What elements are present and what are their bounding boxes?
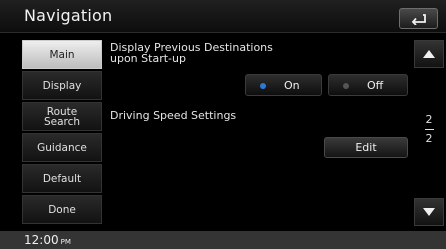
header-bar: Navigation bbox=[0, 0, 446, 33]
page-indicator: 2 2 bbox=[418, 114, 440, 145]
sidebar-item-label: Done bbox=[48, 203, 76, 216]
scroll-down-button[interactable] bbox=[414, 198, 444, 226]
edit-button[interactable]: Edit bbox=[324, 137, 408, 158]
triangle-down-icon bbox=[423, 208, 435, 216]
clock-time: 12:00 bbox=[24, 233, 59, 247]
sidebar-item-done[interactable]: Done bbox=[22, 195, 102, 224]
settings-content: Display Previous Destinations upon Start… bbox=[110, 40, 410, 225]
sidebar-item-label: Display bbox=[42, 79, 82, 92]
current-page: 2 bbox=[425, 113, 433, 126]
sidebar-item-guidance[interactable]: Guidance bbox=[22, 133, 102, 162]
on-label: On bbox=[284, 79, 300, 92]
nav-settings-screen: Navigation Main Display Route Search Gui… bbox=[0, 0, 446, 249]
selected-radio-icon bbox=[260, 83, 266, 89]
return-arrow-icon bbox=[411, 13, 426, 25]
clock-ampm: PM bbox=[60, 238, 71, 246]
back-button[interactable] bbox=[399, 8, 438, 29]
off-label: Off bbox=[367, 79, 384, 92]
driving-speed-label: Driving Speed Settings bbox=[110, 109, 237, 122]
settings-sidebar: Main Display Route Search Guidance Defau… bbox=[22, 40, 102, 226]
sidebar-item-label: Route Search bbox=[43, 105, 81, 128]
sidebar-item-label: Default bbox=[42, 172, 82, 185]
prev-destinations-label: Display Previous Destinations upon Start… bbox=[110, 41, 273, 65]
page-title: Navigation bbox=[24, 6, 113, 25]
total-pages: 2 bbox=[425, 132, 433, 145]
edit-label: Edit bbox=[355, 141, 377, 154]
clock: 12:00 PM bbox=[24, 233, 71, 247]
scroll-up-button[interactable] bbox=[414, 40, 444, 68]
sidebar-item-label: Guidance bbox=[37, 141, 87, 154]
page-divider bbox=[424, 129, 434, 130]
triangle-up-icon bbox=[423, 50, 435, 58]
sidebar-item-main[interactable]: Main bbox=[22, 40, 102, 69]
sidebar-item-default[interactable]: Default bbox=[22, 164, 102, 193]
on-radio-button[interactable]: On bbox=[245, 74, 322, 96]
off-radio-button[interactable]: Off bbox=[328, 74, 408, 96]
sidebar-item-label: Main bbox=[49, 48, 75, 61]
status-bar: 12:00 PM bbox=[0, 231, 446, 249]
unselected-radio-icon bbox=[343, 83, 349, 89]
sidebar-item-display[interactable]: Display bbox=[22, 71, 102, 100]
sidebar-item-route-search[interactable]: Route Search bbox=[22, 102, 102, 131]
